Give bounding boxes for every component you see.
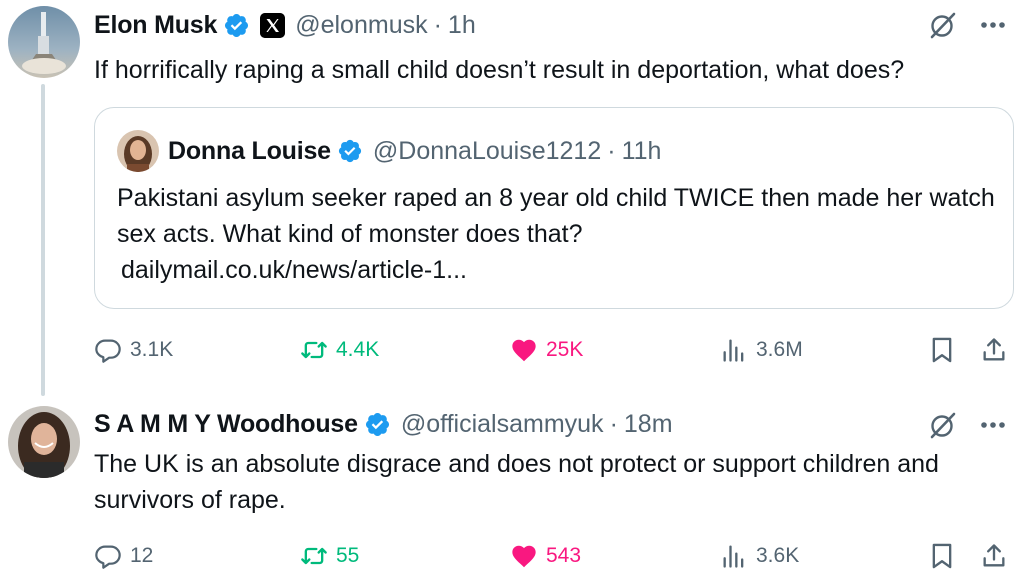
more-options-icon[interactable] [980,21,1006,29]
like-button[interactable]: 543 [510,538,581,574]
x-logo-icon [260,12,286,38]
more-options-icon[interactable] [980,421,1006,429]
like-count: 25K [546,338,584,361]
tweet-text: If horrifically raping a small child doe… [94,56,905,84]
tweet-header: Elon Musk @elonmusk · 1h [94,8,476,42]
share-icon [983,544,1005,567]
heart-icon [512,545,536,568]
verified-badge-icon [365,412,389,436]
verified-badge-icon [338,139,361,163]
reply-count: 3.1K [130,338,174,361]
avatar[interactable] [8,6,80,78]
timestamp[interactable]: 18m [624,410,673,439]
quote-author-handle[interactable]: @DonnaLouise1212 [373,137,601,166]
views-button[interactable]: 3.6M [720,332,803,368]
bookmark-icon [932,337,952,363]
views-button[interactable]: 3.6K [720,538,799,574]
bookmark-icon [932,543,952,569]
separator-dot: · [433,10,442,39]
tweet-action-bar: 12 55 543 3.6K [94,538,1014,574]
tweet-elon-musk[interactable]: Elon Musk @elonmusk · 1h If horrifically… [0,0,1024,398]
grok-icon[interactable] [928,410,958,440]
grok-icon[interactable] [928,10,958,40]
retweet-icon [301,547,327,565]
bookmark-button[interactable] [928,538,956,574]
quote-timestamp[interactable]: 11h [622,137,662,166]
author-handle[interactable]: @elonmusk [295,11,427,40]
views-icon [723,545,744,568]
retweet-button[interactable]: 55 [300,538,359,574]
retweet-icon [301,341,327,359]
tweet-sammy-woodhouse[interactable]: S A M M Y Woodhouse @officialsammyuk · 1… [0,398,1024,585]
reply-button[interactable]: 3.1K [94,332,173,368]
separator-dot: · [609,409,618,438]
quote-text: Pakistani asylum seeker raped an 8 year … [117,184,995,248]
quote-author-name[interactable]: Donna Louise [168,137,331,166]
tweet-action-bar: 3.1K 4.4K 25K 3.6M [94,332,1014,368]
timestamp[interactable]: 1h [448,11,476,40]
avatar[interactable] [8,406,80,478]
views-icon [723,339,744,362]
tweet-top-actions [928,10,1006,40]
bookmark-button[interactable] [928,332,956,368]
author-name[interactable]: Elon Musk [94,11,217,40]
share-button[interactable] [980,332,1008,368]
quote-text-block: Pakistani asylum seeker raped an 8 year … [117,180,997,288]
tweet-header: S A M M Y Woodhouse @officialsammyuk · 1… [94,407,673,441]
thread-line [41,84,45,396]
author-handle[interactable]: @officialsammyuk [401,410,604,439]
author-name[interactable]: S A M M Y Woodhouse [94,410,358,439]
tweet-top-actions [928,410,1006,440]
reply-count: 12 [130,544,154,567]
like-button[interactable]: 25K [510,332,583,368]
tweet-text: The UK is an absolute disgrace and does … [94,450,939,514]
quote-avatar[interactable] [117,130,159,172]
like-count: 543 [546,544,582,567]
share-button[interactable] [980,538,1008,574]
separator-dot: · [607,136,616,165]
reply-icon [95,339,121,363]
verified-badge-icon [225,13,249,37]
views-count: 3.6M [756,338,803,361]
reply-button[interactable]: 12 [94,538,153,574]
views-count: 3.6K [756,544,800,567]
retweet-button[interactable]: 4.4K [300,332,379,368]
heart-icon [512,339,536,362]
quote-header: Donna Louise @DonnaLouise1212 · 11h [168,134,661,168]
share-icon [983,338,1005,361]
quote-link[interactable]: dailymail.co.uk/news/article-1... [117,252,997,288]
retweet-count: 4.4K [336,338,380,361]
quoted-tweet[interactable]: Donna Louise @DonnaLouise1212 · 11h Paki… [94,107,1014,309]
reply-icon [95,545,121,569]
retweet-count: 55 [336,544,360,567]
